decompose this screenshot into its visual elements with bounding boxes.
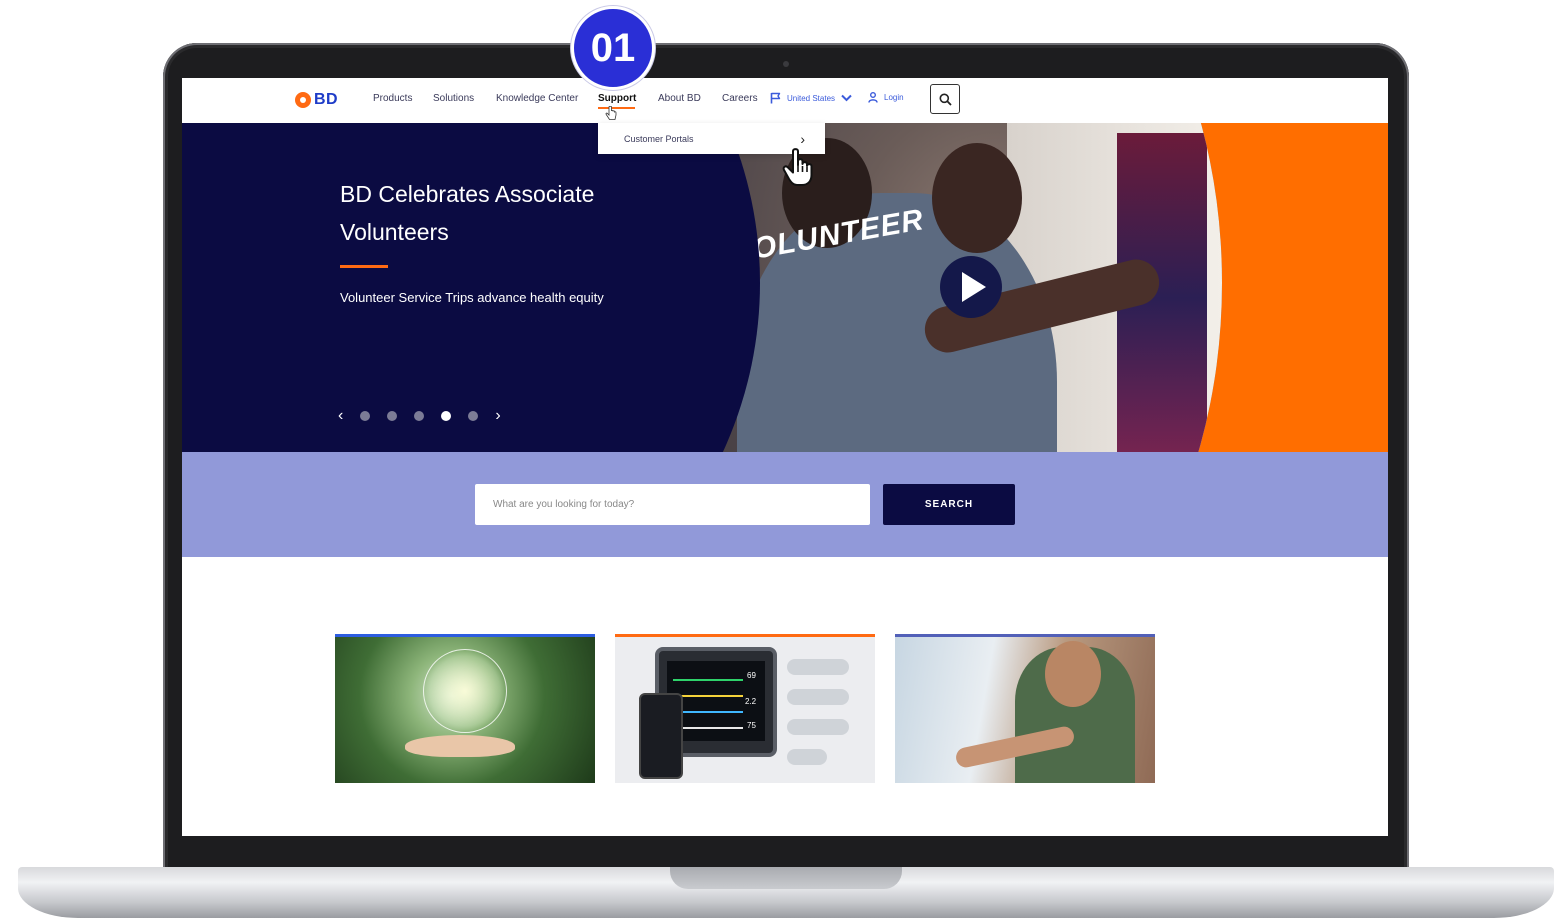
nav-careers[interactable]: Careers bbox=[722, 93, 758, 104]
country-selector[interactable]: United States bbox=[770, 92, 852, 104]
feature-card-monitoring[interactable]: 69 2.2 75 bbox=[615, 634, 875, 783]
carousel-dot-5[interactable] bbox=[468, 411, 479, 421]
nav-about-bd[interactable]: About BD bbox=[658, 93, 701, 104]
hero-title: BD Celebrates Associate Volunteers bbox=[340, 181, 595, 245]
carousel-dot-2[interactable] bbox=[387, 411, 398, 421]
search-band: SEARCH bbox=[182, 452, 1388, 557]
sensor-image bbox=[787, 719, 849, 735]
login-label: Login bbox=[884, 93, 904, 102]
hero-subtitle: Volunteer Service Trips advance health e… bbox=[340, 290, 604, 305]
nav-support[interactable]: Support bbox=[598, 93, 636, 104]
chevron-down-icon bbox=[841, 94, 852, 102]
nav-knowledge-center[interactable]: Knowledge Center bbox=[496, 93, 578, 104]
nav-products[interactable]: Products bbox=[373, 93, 412, 104]
carousel-dot-3[interactable] bbox=[414, 411, 425, 421]
monitor-readout-2: 2.2 bbox=[745, 697, 757, 706]
site-header: BD Products Solutions Knowledge Center S… bbox=[182, 78, 1388, 123]
hero-navy-panel bbox=[182, 123, 760, 452]
pointer-hand-icon bbox=[782, 148, 813, 186]
country-label: United States bbox=[787, 93, 836, 103]
header-search-button[interactable] bbox=[930, 84, 960, 114]
feature-card-sustainability[interactable] bbox=[335, 634, 595, 783]
sensor-image bbox=[787, 659, 849, 675]
hero-accent-rule bbox=[340, 265, 388, 268]
nav-solutions[interactable]: Solutions bbox=[433, 93, 474, 104]
bd-logo[interactable]: BD bbox=[295, 90, 338, 110]
user-icon bbox=[868, 92, 878, 103]
sensor-image bbox=[787, 689, 849, 705]
bd-logo-text: BD bbox=[314, 91, 339, 108]
monitor-waveform bbox=[673, 711, 743, 713]
hero-photo-person-head bbox=[932, 143, 1022, 253]
monitor-readout-3: 75 bbox=[747, 721, 756, 730]
patient-head-image bbox=[1045, 641, 1101, 707]
browser-screen: BD Products Solutions Knowledge Center S… bbox=[182, 78, 1388, 836]
globe-image bbox=[423, 649, 507, 733]
bd-logo-icon bbox=[295, 92, 311, 108]
login-link[interactable]: Login bbox=[868, 92, 904, 103]
monitor-waveform bbox=[673, 695, 743, 697]
flag-icon bbox=[770, 92, 781, 104]
chevron-right-icon[interactable]: › bbox=[800, 131, 805, 147]
carousel-dot-1[interactable] bbox=[360, 411, 371, 421]
carousel-prev-icon[interactable]: ‹ bbox=[338, 408, 343, 424]
sensor-image bbox=[787, 749, 827, 765]
carousel-dot-4[interactable] bbox=[441, 411, 452, 421]
hand-image bbox=[405, 735, 515, 757]
monitor-readout-1: 69 bbox=[747, 671, 756, 680]
search-button[interactable]: SEARCH bbox=[883, 484, 1015, 525]
laptop-notch bbox=[670, 867, 902, 889]
play-video-button[interactable] bbox=[940, 256, 1002, 318]
monitor-waveform bbox=[673, 679, 743, 681]
search-icon bbox=[939, 93, 952, 106]
menu-item-customer-portals[interactable]: Customer Portals bbox=[624, 134, 694, 144]
phone-image bbox=[639, 693, 683, 779]
carousel-next-icon[interactable]: › bbox=[495, 408, 500, 424]
site-search-input[interactable] bbox=[475, 484, 870, 525]
camera-dot bbox=[783, 61, 789, 67]
carousel-controls: ‹ › bbox=[338, 408, 501, 424]
hand-cursor-icon bbox=[605, 106, 617, 120]
monitor-waveform bbox=[673, 727, 743, 729]
step-badge: 01 bbox=[571, 6, 655, 90]
feature-card-patient-care[interactable] bbox=[895, 634, 1155, 783]
